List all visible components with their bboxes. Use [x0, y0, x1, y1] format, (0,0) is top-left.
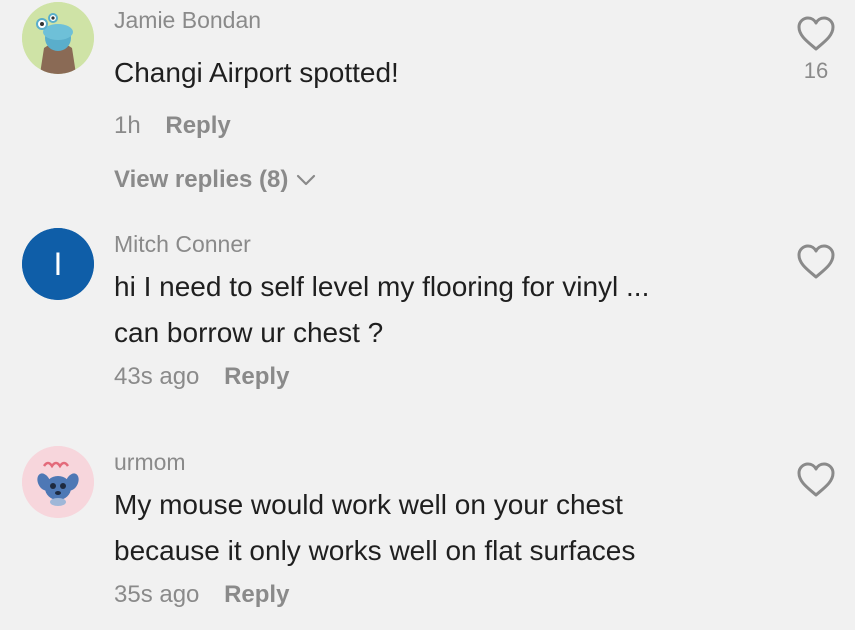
comment-body: Jamie Bondan Changi Airport spotted! 1h … [114, 6, 775, 195]
comment-item: I Mitch Conner hi I need to self level m… [0, 222, 855, 422]
comment-meta: 43s ago Reply [114, 362, 775, 392]
comment-meta: 35s ago Reply [114, 580, 775, 610]
comment-timestamp: 1h [114, 112, 141, 139]
comment-text-line: can borrow ur chest ? [114, 317, 384, 348]
heart-icon [797, 462, 835, 497]
comment-timestamp: 35s ago [114, 581, 200, 608]
avatar-letter: I [53, 246, 63, 282]
comment-text-line: hi I need to self level my flooring for … [114, 271, 650, 302]
avatar[interactable] [22, 446, 94, 518]
comment-timestamp: 43s ago [114, 363, 200, 390]
like-button[interactable] [791, 462, 841, 498]
comment-username[interactable]: urmom [114, 448, 775, 476]
reply-button[interactable]: Reply [224, 581, 289, 608]
comment-text-line: My mouse would work well on your chest [114, 489, 623, 520]
view-replies-label: View replies (8) [114, 166, 289, 193]
comment-username[interactable]: Mitch Conner [114, 230, 775, 258]
alien-avatar-icon [22, 2, 94, 74]
heart-icon [797, 16, 835, 51]
avatar[interactable] [22, 2, 94, 74]
reply-button[interactable]: Reply [165, 112, 230, 139]
heart-icon [797, 244, 835, 279]
view-replies-button[interactable]: View replies (8) [114, 165, 316, 195]
comment-username[interactable]: Jamie Bondan [114, 6, 775, 34]
chevron-down-icon [297, 174, 316, 186]
like-count: 16 [803, 58, 829, 83]
like-button[interactable]: 16 [791, 16, 841, 84]
reply-button[interactable]: Reply [224, 363, 289, 390]
comment-text-line: because it only works well on flat surfa… [114, 535, 636, 566]
comment-item: urmom My mouse would work well on your c… [0, 440, 855, 630]
comment-item: Jamie Bondan Changi Airport spotted! 1h … [0, 0, 855, 200]
comment-meta: 1h Reply [114, 111, 775, 141]
avatar[interactable]: I [22, 228, 94, 300]
like-button[interactable] [791, 244, 841, 280]
comment-text: Changi Airport spotted! [114, 57, 399, 88]
comment-body: Mitch Conner hi I need to self level my … [114, 230, 775, 392]
comment-body: urmom My mouse would work well on your c… [114, 448, 775, 610]
stitch-avatar-icon [22, 446, 94, 518]
